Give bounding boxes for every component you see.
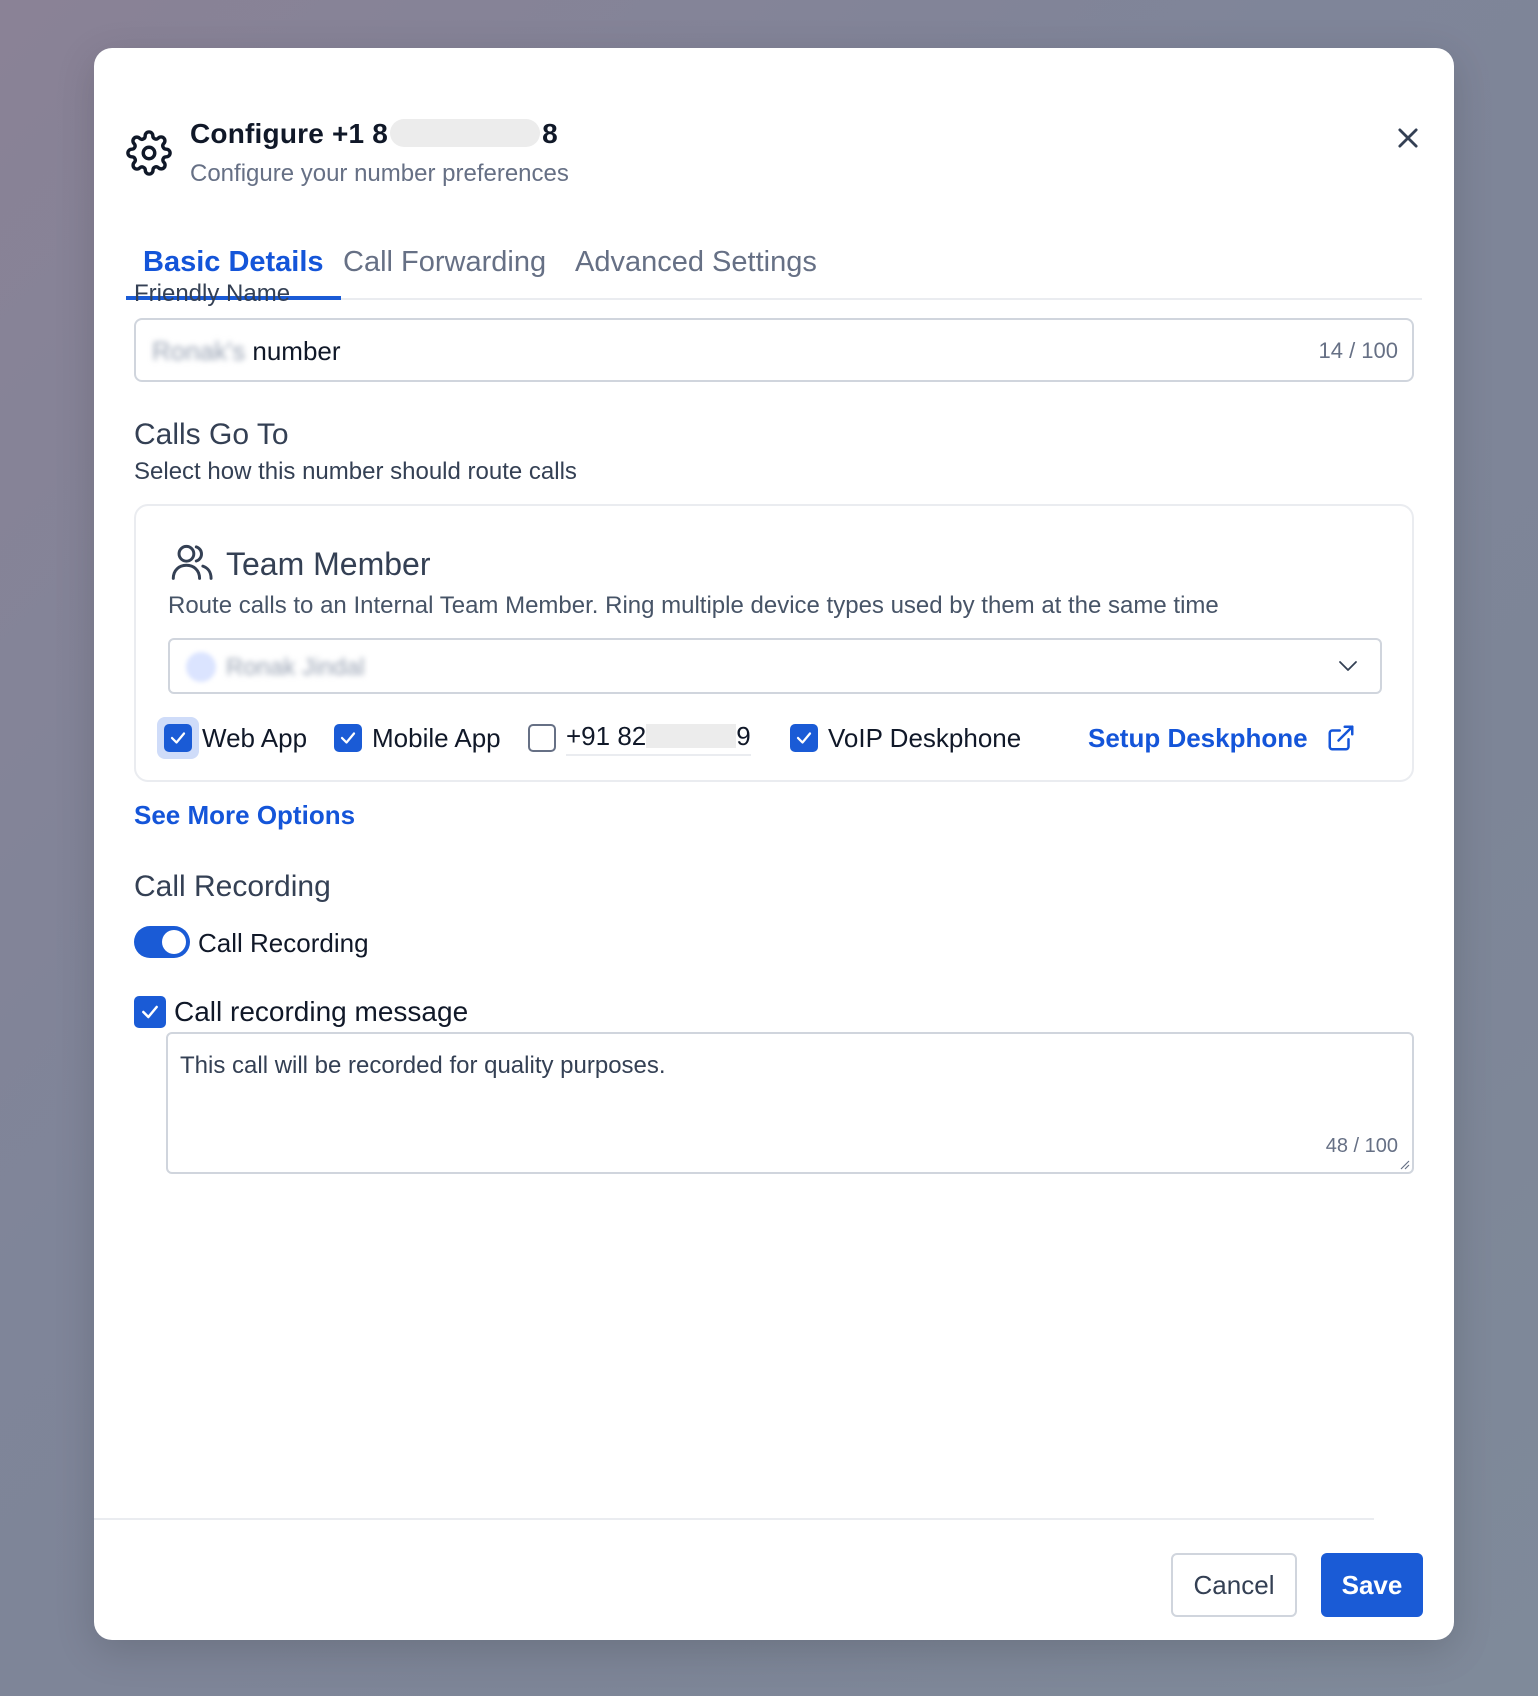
redacted-number — [390, 119, 541, 147]
option-web-app[interactable]: Web App — [157, 716, 307, 760]
friendly-name-visible: number — [252, 336, 341, 366]
call-recording-title: Call Recording — [134, 870, 331, 903]
web-app-label: Web App — [202, 722, 308, 753]
team-member-description: Route calls to an Internal Team Member. … — [168, 592, 1219, 619]
call-recording-message-checkbox[interactable] — [134, 996, 166, 1028]
check-icon — [142, 1005, 158, 1019]
modal-subtitle: Configure your number preferences — [190, 160, 569, 187]
modal-header: Configure +1 8 8 Configure your number pr… — [126, 84, 1422, 194]
modal-title: Configure +1 8 8 — [190, 118, 558, 150]
resize-handle-icon[interactable] — [1398, 1158, 1410, 1170]
external-link-icon — [1328, 725, 1354, 751]
friendly-name-counter: 14 / 100 — [1318, 338, 1398, 363]
see-more-options-link[interactable]: See More Options — [134, 800, 355, 831]
friendly-name-blurred: Ronak's — [152, 336, 246, 366]
call-recording-message-textarea[interactable]: This call will be recorded for quality p… — [166, 1032, 1414, 1174]
title-prefix: Configure +1 8 — [190, 118, 389, 149]
avatar — [186, 652, 216, 682]
toggle-knob — [162, 930, 186, 954]
close-icon[interactable] — [1394, 124, 1422, 152]
users-icon — [171, 544, 213, 580]
redacted-phone — [646, 723, 737, 748]
personal-phone-label: +91 82 9 — [566, 721, 751, 756]
option-voip-deskphone[interactable]: VoIP Deskphone — [790, 716, 1021, 760]
tab-call-forwarding[interactable]: Call Forwarding — [326, 246, 563, 300]
mobile-app-label: Mobile App — [372, 722, 501, 753]
call-recording-message-counter: 48 / 100 — [1325, 1135, 1398, 1157]
web-app-checkbox[interactable] — [164, 724, 192, 752]
friendly-name-input[interactable]: Ronak's number 14 / 100 — [134, 318, 1414, 382]
gear-icon — [126, 130, 172, 176]
personal-phone-checkbox[interactable] — [528, 724, 556, 752]
setup-deskphone-link[interactable]: Setup Deskphone — [1088, 716, 1356, 760]
calls-go-to-title: Calls Go To — [134, 418, 289, 451]
chevron-down-icon — [1339, 661, 1357, 671]
check-icon — [170, 732, 186, 744]
call-recording-message-label: Call recording message — [174, 996, 469, 1027]
call-recording-message-text: This call will be recorded for quality p… — [180, 1052, 666, 1079]
friendly-name-label: Friendly Name — [134, 280, 291, 307]
team-member-card[interactable]: Team Member Route calls to an Internal T… — [134, 504, 1414, 782]
check-icon — [340, 732, 356, 744]
phone-prefix: +91 82 — [566, 720, 647, 751]
call-recording-toggle-label: Call Recording — [198, 928, 369, 958]
save-button[interactable]: Save — [1321, 1553, 1423, 1617]
phone-suffix: 9 — [736, 720, 751, 751]
option-mobile-app[interactable]: Mobile App — [334, 716, 501, 760]
device-options: Web App Mobile App +91 82 9 VoIP Deskphon… — [157, 716, 1384, 762]
footer-divider — [94, 1518, 1374, 1520]
call-recording-toggle[interactable] — [134, 926, 190, 958]
option-personal-phone[interactable]: +91 82 9 — [528, 716, 751, 760]
team-member-title: Team Member — [226, 546, 431, 582]
voip-deskphone-label: VoIP Deskphone — [828, 722, 1022, 753]
check-icon — [796, 732, 812, 744]
calls-go-to-subtitle: Select how this number should route call… — [134, 458, 577, 485]
configure-number-modal: Configure +1 8 8 Configure your number pr… — [94, 48, 1454, 1640]
tab-advanced-settings[interactable]: Advanced Settings — [558, 246, 834, 300]
mobile-app-checkbox[interactable] — [334, 724, 362, 752]
team-member-select[interactable]: Ronak Jindal — [168, 638, 1382, 694]
friendly-name-value: Ronak's number — [152, 336, 341, 367]
web-app-checkbox-focus — [157, 717, 199, 759]
voip-deskphone-checkbox[interactable] — [790, 724, 818, 752]
title-suffix: 8 — [542, 118, 558, 149]
cancel-button[interactable]: Cancel — [1171, 1553, 1297, 1617]
selected-member-name: Ronak Jindal — [226, 654, 365, 681]
tab-bar: Basic Details Call Forwarding Advanced S… — [126, 234, 1422, 300]
setup-deskphone-label: Setup Deskphone — [1088, 722, 1308, 753]
